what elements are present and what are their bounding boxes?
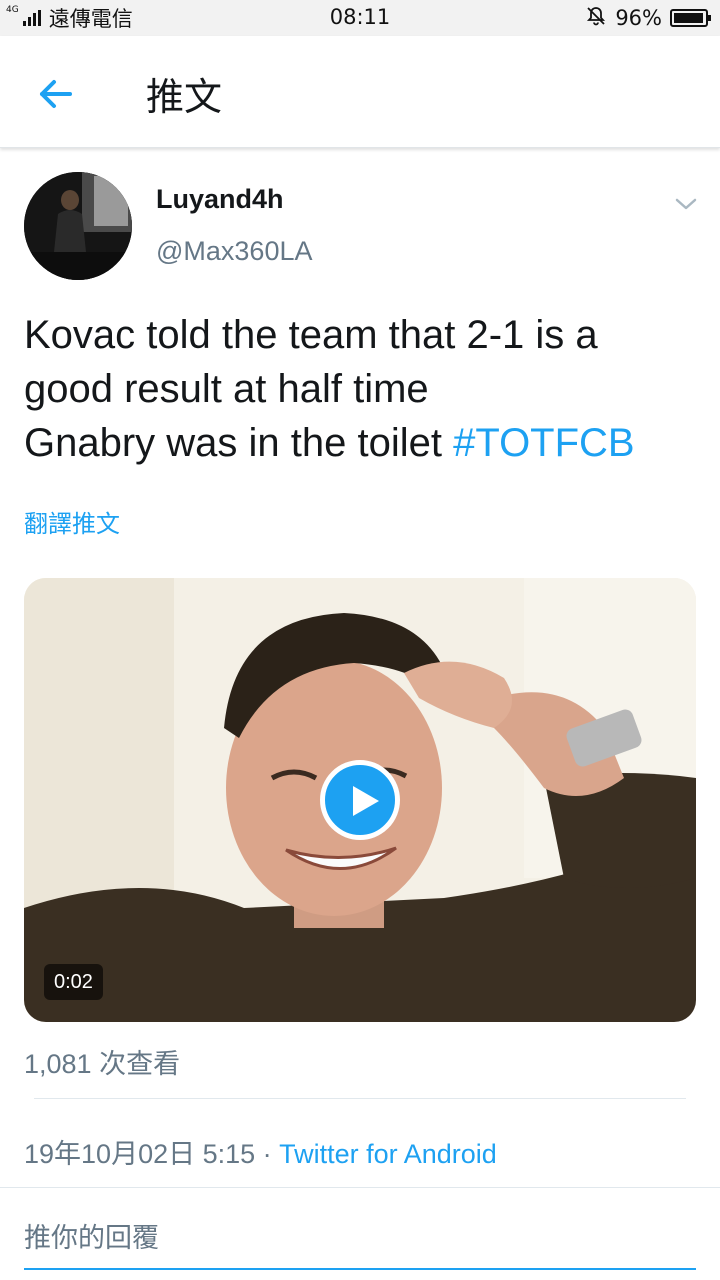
divider bbox=[24, 1268, 696, 1270]
chevron-down-icon bbox=[675, 198, 697, 210]
tweet-text: Kovac told the team that 2-1 is a good r… bbox=[24, 308, 704, 470]
more-options-button[interactable] bbox=[672, 190, 700, 218]
tweet-meta: 19年10月02日 5:15 · Twitter for Android bbox=[24, 1132, 497, 1171]
hashtag-link[interactable]: #TOTFCB bbox=[453, 421, 635, 465]
source-link[interactable]: Twitter for Android bbox=[279, 1139, 497, 1169]
reply-input[interactable]: 推你的回覆 bbox=[24, 1216, 159, 1255]
page-title: 推文 bbox=[146, 75, 223, 119]
timestamp: 19年10月02日 5:15 bbox=[24, 1139, 256, 1169]
video-duration: 0:02 bbox=[44, 964, 103, 1000]
avatar-image bbox=[24, 172, 132, 280]
status-bar: 4G 遠傳電信 08:11 96% bbox=[0, 0, 720, 36]
battery-icon bbox=[670, 9, 711, 27]
muted-bell-icon bbox=[585, 5, 607, 32]
battery-level bbox=[674, 13, 703, 23]
app-header: 推文 bbox=[0, 36, 720, 148]
video-thumbnail[interactable]: 0:02 bbox=[24, 578, 696, 1022]
avatar[interactable] bbox=[24, 172, 132, 280]
view-count: 1,081 次查看 bbox=[24, 1049, 181, 1079]
meta-separator: · bbox=[255, 1139, 280, 1169]
divider bbox=[34, 1098, 686, 1099]
display-name[interactable]: Luyand4h bbox=[156, 184, 284, 215]
back-arrow-icon bbox=[40, 80, 72, 108]
divider bbox=[0, 1187, 720, 1188]
battery-percent: 96% bbox=[615, 6, 662, 30]
status-right: 96% bbox=[585, 0, 711, 36]
back-button[interactable] bbox=[32, 70, 80, 118]
user-handle[interactable]: @Max360LA bbox=[156, 236, 313, 267]
play-icon bbox=[353, 786, 379, 816]
translate-tweet-link[interactable]: 翻譯推文 bbox=[24, 504, 120, 539]
play-button[interactable] bbox=[320, 760, 400, 840]
